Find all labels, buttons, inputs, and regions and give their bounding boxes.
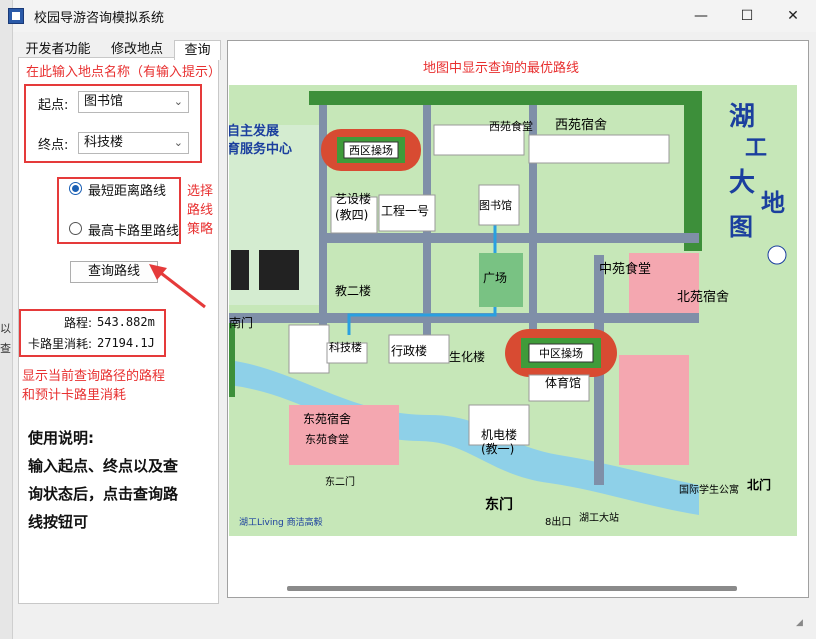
qr-code-icon <box>259 250 299 290</box>
usage-line: 线按钮可 <box>28 513 89 531</box>
campus-map-drawing: 西区操场 中区操场 自主发展 育服务中心 西苑食堂 西苑宿舍 艺设楼 (教四) … <box>229 91 787 528</box>
strategy-hint-line: 策略 <box>187 222 214 237</box>
tree-line <box>309 91 689 105</box>
west-canteen-label: 西苑食堂 <box>489 119 533 133</box>
exit8-label: 8出口 <box>545 515 571 528</box>
radio-max-calorie-label[interactable]: 最高卡路里路线 <box>88 220 179 239</box>
map-title-char: 图 <box>729 212 753 241</box>
arrow-icon <box>149 264 206 309</box>
usage-line: 输入起点、终点以及查 <box>28 457 179 475</box>
minimize-button[interactable]: — <box>678 0 724 32</box>
background-window-text: 查 <box>0 342 11 355</box>
map-title-char: 湖 <box>729 102 755 132</box>
usage-title: 使用说明: <box>28 429 94 447</box>
chevron-down-icon: ⌄ <box>173 136 183 149</box>
north-dorm-label: 北苑宿舍 <box>677 289 729 305</box>
north-dorm-area <box>619 355 689 465</box>
close-button[interactable]: ✕ <box>770 0 816 32</box>
east-gate2-label: 东二门 <box>325 475 355 488</box>
east-dorm-label: 东苑宿舍 <box>303 411 351 426</box>
calorie-label: 卡路里消耗: <box>28 337 93 351</box>
maximize-button[interactable]: ☐ <box>724 0 770 32</box>
chevron-down-icon: ⌄ <box>173 95 183 108</box>
north-gate-label: 北门 <box>747 477 771 492</box>
result-hint-line: 和预计卡路里消耗 <box>22 388 127 403</box>
teach2-label: 教二楼 <box>335 283 371 298</box>
map-title-char: 工 <box>745 135 767 161</box>
plaza-label: 广场 <box>483 271 507 285</box>
end-select[interactable]: 科技楼 ⌄ <box>78 132 189 154</box>
tab-query[interactable]: 查询 <box>174 40 221 60</box>
art-building-label: 艺设楼 <box>335 191 371 206</box>
art-building-sub-label: (教四) <box>335 207 368 222</box>
west-field-label: 西区操场 <box>349 143 393 157</box>
west-dorm-label: 西苑宿舍 <box>555 117 607 133</box>
strategy-hint-line: 路线 <box>187 203 214 218</box>
west-dorm-buildings <box>528 134 670 164</box>
east-canteen-label: 东苑食堂 <box>305 432 349 446</box>
usage-instructions: 使用说明: 输入起点、终点以及查 询状态后，点击查询路 线按钮可 <box>28 424 178 536</box>
start-label: 起点: <box>38 98 69 113</box>
end-select-value: 科技楼 <box>84 135 124 150</box>
mech-elec-label: 机电楼 <box>481 427 517 442</box>
eng1-label: 工程一号 <box>381 203 429 218</box>
intl-apartment-label: 国际学生公寓 <box>679 483 739 496</box>
bio-building-label: 生化楼 <box>449 349 485 364</box>
start-select[interactable]: 图书馆 ⌄ <box>78 91 189 113</box>
radio-shortest-label[interactable]: 最短距离路线 <box>88 180 166 199</box>
radio-max-calorie[interactable] <box>69 222 82 235</box>
banner-line: 自主发展 <box>229 123 280 139</box>
result-hint-line: 显示当前查询路径的路程 <box>22 369 166 384</box>
campus-map: 西区操场 中区操场 自主发展 育服务中心 西苑食堂 西苑宿舍 艺设楼 (教四) … <box>229 85 797 536</box>
map-title-char: 地 <box>761 188 785 217</box>
map-caption: 地图中显示查询的最优路线 <box>423 61 580 76</box>
library-label: 图书馆 <box>479 198 512 212</box>
compass-icon <box>767 245 787 265</box>
start-select-value: 图书馆 <box>84 94 124 109</box>
strategy-hint: 选择 路线 策略 <box>187 182 213 239</box>
distance-label: 路程: <box>64 316 93 330</box>
tech-building-label: 科技楼 <box>329 340 362 354</box>
strategy-hint-line: 选择 <box>187 184 214 199</box>
zhongyuan-canteen-label: 中苑食堂 <box>599 261 651 277</box>
bus-stop-label: 湖工大站 <box>579 511 619 524</box>
map-credit: 湖工Living 商洁高毅 <box>239 516 323 528</box>
east-gate-label: 东门 <box>485 496 513 513</box>
middle-field-label: 中区操场 <box>539 346 583 360</box>
map-title-char: 大 <box>729 168 755 198</box>
qr-code-icon <box>231 250 249 290</box>
gym-label: 体育馆 <box>545 375 581 390</box>
horizontal-scrollbar[interactable] <box>229 584 795 594</box>
mech-elec-sub-label: (教一) <box>481 441 514 456</box>
result-hint: 显示当前查询路径的路程 和预计卡路里消耗 <box>22 367 165 405</box>
south-gate-label: 南门 <box>229 315 253 330</box>
admin-building-label: 行政楼 <box>391 343 427 358</box>
radio-shortest[interactable] <box>69 182 82 195</box>
input-hint: 在此输入地点名称（有输入提示） <box>26 65 222 80</box>
app-icon <box>8 8 24 24</box>
calorie-value: 27194.1J <box>97 336 155 350</box>
usage-line: 询状态后，点击查询路 <box>28 485 179 503</box>
distance-value: 543.882m <box>97 315 155 329</box>
social-building <box>288 324 330 374</box>
window-title: 校园导游咨询模拟系统 <box>34 11 165 26</box>
road <box>319 233 699 243</box>
end-label: 终点: <box>38 138 69 153</box>
resize-grip-icon[interactable]: ◢ <box>796 618 803 628</box>
background-window-text: 以 <box>0 322 11 335</box>
tree-line <box>684 91 702 251</box>
banner-line: 育服务中心 <box>229 141 292 157</box>
